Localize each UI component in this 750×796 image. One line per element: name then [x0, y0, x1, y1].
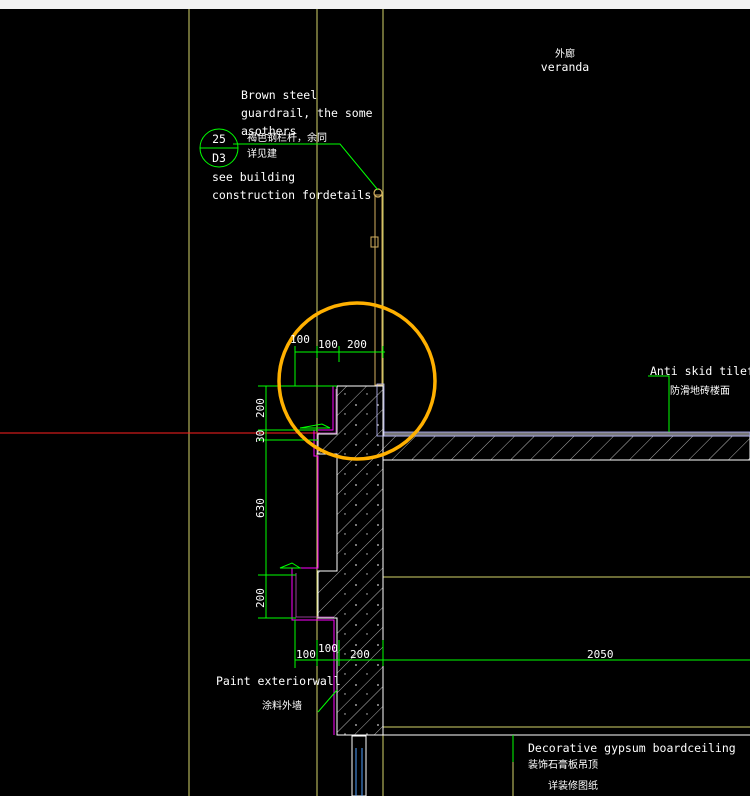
- dim-200-bottom: 200: [350, 648, 370, 661]
- ceiling-label-cn-2: 详装修图纸: [548, 779, 598, 792]
- ceiling-label-en: Decorative gypsum boardceiling: [528, 741, 736, 755]
- paint-wall-label-cn: 涂料外墙: [262, 699, 302, 712]
- paint-wall-label-en: Paint exteriorwall: [216, 674, 341, 688]
- ceiling-label-cn-1: 装饰石膏板吊顶: [528, 758, 598, 771]
- floor-label-cn: 防滑地砖楼面: [670, 384, 730, 397]
- see-building-label-2: construction fordetails: [212, 188, 371, 202]
- dim-200-top: 200: [347, 338, 367, 351]
- dim-2050: 2050: [587, 648, 614, 661]
- window-frame: [351, 735, 367, 796]
- guardrail-post: [374, 194, 383, 386]
- floor-finish: [382, 431, 750, 437]
- guardrail-label-en-2: guardrail, the some: [241, 106, 373, 120]
- dim-630: 630: [254, 498, 267, 518]
- guardrail-label-cn-2: 详见建: [247, 147, 277, 160]
- guardrail-label-cn-1: 褐色钢栏杆，余同: [247, 131, 327, 144]
- floor-slab: [382, 435, 750, 461]
- cad-drawing[interactable]: 25 D3 外廊 veranda Brown steel guardrail, …: [0, 9, 750, 796]
- veranda-label-cn: 外廊: [555, 47, 575, 60]
- cad-viewport[interactable]: 25 D3 外廊 veranda Brown steel guardrail, …: [0, 0, 750, 796]
- dim-100-top-mid: 100: [318, 338, 338, 351]
- detail-reference-sheet: D3: [212, 151, 226, 165]
- dim-100-top-left: 100: [290, 333, 310, 346]
- floor-label-en: Anti skid tilefloo: [650, 364, 750, 378]
- wall-section-dots: [337, 386, 383, 735]
- viewport-top-edge: [0, 0, 750, 9]
- dim-100-bottom-mid: 100: [318, 642, 338, 655]
- veranda-label-en: veranda: [541, 60, 589, 74]
- dim-100-bottom-left: 100: [296, 648, 316, 661]
- see-building-label-1: see building: [212, 170, 295, 184]
- guardrail-handrail: [373, 188, 383, 198]
- dim-30: 30: [254, 430, 267, 443]
- dim-200-left-upper: 200: [254, 398, 267, 418]
- dim-200-left-lower: 200: [254, 588, 267, 608]
- guardrail-label-en-1: Brown steel: [241, 88, 317, 102]
- detail-reference-number: 25: [212, 132, 226, 146]
